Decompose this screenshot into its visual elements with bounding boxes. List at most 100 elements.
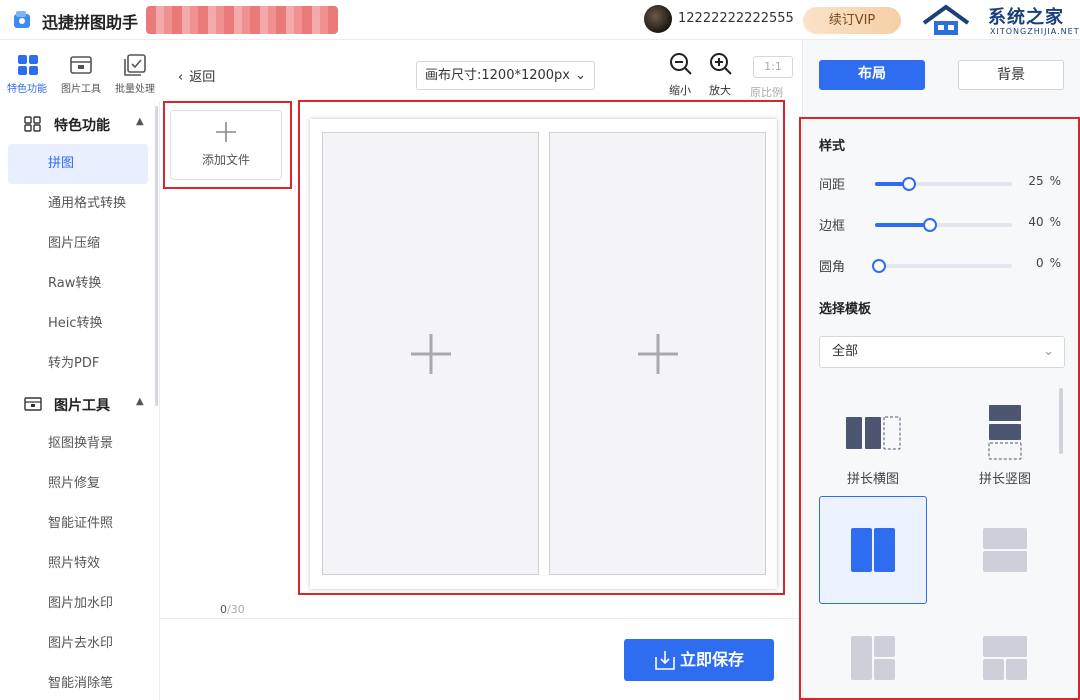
slider-corner-track[interactable] (872, 259, 1012, 273)
slider-corner-value: 0% (1019, 256, 1061, 270)
tab-layout[interactable]: 布局 (819, 60, 925, 90)
grid-icon (18, 55, 38, 75)
save-now-label: 立即保存 (680, 650, 745, 669)
slider-corner-thumb[interactable] (872, 259, 886, 273)
template-scrollbar[interactable] (1059, 388, 1063, 454)
tab-image-tools-label: 图片工具 (61, 84, 101, 95)
back-label: 返回 (189, 70, 216, 85)
template-two-rows-icon (983, 528, 1027, 572)
slider-border-number: 40 (1028, 215, 1044, 229)
template-long-horizontal[interactable]: 拼长横图 (819, 396, 927, 504)
save-now-button[interactable]: 立即保存 (624, 639, 774, 681)
section-featured-label: 特色功能 (54, 118, 110, 134)
chevron-up-icon: ▲ (136, 396, 144, 407)
file-count-value: 0 (220, 603, 227, 616)
template-two-columns[interactable] (819, 496, 927, 604)
slider-border-fill (875, 223, 930, 227)
template-long-vertical-label: 拼长竖图 (978, 472, 1031, 487)
template-two-columns-icon (851, 528, 895, 572)
collage-canvas (310, 119, 777, 589)
sidebar-item-to-pdf[interactable]: 转为PDF (8, 344, 148, 384)
sidebar-item-collage[interactable]: 拼图 (8, 144, 148, 184)
function-tabs: 特色功能 图片工具 批量处理 (0, 40, 160, 102)
image-tool-icon (70, 56, 92, 74)
template-two-rows[interactable] (951, 496, 1059, 604)
style-heading: 样式 (819, 139, 846, 154)
slider-border-value: 40% (1019, 215, 1061, 229)
slider-spacing-track[interactable] (875, 177, 1012, 191)
template-top-plus-two[interactable] (951, 610, 1059, 700)
slider-spacing-label: 间距 (819, 178, 846, 193)
promo-banner[interactable] (146, 6, 338, 34)
watermark-subtitle: XITONGZHIJIA.NET (990, 27, 1080, 36)
plus-icon (216, 122, 236, 142)
slider-border-track[interactable] (875, 218, 1012, 232)
chevron-down-icon: ⌄ (575, 68, 586, 83)
sidebar-item-add-watermark[interactable]: 图片加水印 (8, 584, 148, 624)
plus-icon (638, 334, 678, 374)
zoom-in-label: 放大 (709, 84, 731, 97)
sidebar-item-cutout[interactable]: 抠图换背景 (8, 424, 148, 464)
tab-image-tools[interactable]: 图片工具 (54, 40, 106, 102)
section-image-tools[interactable]: 图片工具 ▲ (0, 384, 155, 424)
zoom-in-icon (710, 53, 732, 75)
template-one-plus-two[interactable] (819, 610, 927, 700)
slider-border: 边框 40% (819, 215, 1064, 235)
slider-corner-label: 圆角 (819, 260, 846, 275)
zoom-out-button[interactable]: 缩小 (661, 52, 699, 100)
template-long-horizontal-label: 拼长横图 (846, 472, 899, 487)
sidebar-item-compress[interactable]: 图片压缩 (8, 224, 148, 264)
file-count: 0/30 (220, 603, 245, 616)
sidebar-item-remove-watermark[interactable]: 图片去水印 (8, 624, 148, 664)
sidebar: 特色功能 ▲ 拼图 通用格式转换 图片压缩 Raw转换 Heic转换 转为PDF… (0, 102, 160, 700)
user-phone[interactable]: 12222222222555 (678, 11, 794, 26)
sidebar-item-repair[interactable]: 照片修复 (8, 464, 148, 504)
plus-icon (411, 334, 451, 374)
sidebar-scrollbar[interactable] (155, 106, 158, 406)
chevron-up-icon: ▲ (136, 116, 144, 127)
watermark-title: 系统之家 (988, 7, 1064, 28)
slider-corner-unit: % (1049, 256, 1061, 270)
zoom-out-icon (670, 53, 692, 75)
template-filter-value: 全部 (832, 344, 859, 359)
template-heading: 选择模板 (819, 302, 872, 317)
sidebar-item-heic[interactable]: Heic转换 (8, 304, 148, 344)
slider-spacing-thumb[interactable] (902, 177, 917, 191)
canvas-size-select[interactable]: 画布尺寸:1200*1200px ⌄ (416, 61, 595, 90)
collage-cell-left[interactable] (322, 132, 539, 575)
sidebar-item-raw[interactable]: Raw转换 (8, 264, 148, 304)
slider-border-unit: % (1049, 215, 1061, 229)
renew-vip-button[interactable]: 续订VIP (803, 7, 901, 34)
sidebar-item-format-convert[interactable]: 通用格式转换 (8, 184, 148, 224)
house-logo-icon (922, 4, 970, 35)
canvas-size-value: 画布尺寸:1200*1200px (425, 68, 570, 83)
tab-featured-label: 特色功能 (7, 84, 47, 95)
back-button[interactable]: ‹ 返回 (178, 66, 215, 85)
section-featured[interactable]: 特色功能 ▲ (0, 104, 155, 144)
collage-cell-right[interactable] (549, 132, 766, 575)
slider-spacing-number: 25 (1028, 174, 1044, 188)
add-file-button[interactable]: 添加文件 (170, 110, 282, 180)
app-title: 迅捷拼图助手 (42, 13, 139, 32)
template-long-vertical[interactable]: 拼长竖图 (951, 396, 1059, 504)
tab-batch[interactable]: 批量处理 (108, 40, 160, 102)
slider-spacing-unit: % (1049, 174, 1061, 188)
file-count-total: /30 (227, 603, 245, 616)
sidebar-item-id-photo[interactable]: 智能证件照 (8, 504, 148, 544)
zoom-in-button[interactable]: 放大 (701, 52, 739, 100)
avatar[interactable] (644, 5, 672, 33)
slider-corner-number: 0 (1035, 256, 1044, 270)
sidebar-item-eraser[interactable]: 智能消除笔 (8, 664, 148, 700)
chevron-down-icon: ⌄ (1043, 344, 1054, 359)
add-file-label: 添加文件 (201, 153, 250, 167)
slider-border-thumb[interactable] (922, 218, 937, 232)
template-filter-select[interactable]: 全部 ⌄ (819, 336, 1065, 368)
template-vertical-icon (988, 405, 1022, 460)
template-one-plus-two-icon (851, 636, 895, 680)
sidebar-item-effects[interactable]: 照片特效 (8, 544, 148, 584)
original-ratio-button[interactable]: 1:1 (753, 56, 793, 78)
tab-background[interactable]: 背景 (958, 60, 1064, 90)
template-horizontal-icon (846, 416, 901, 450)
tab-batch-label: 批量处理 (115, 84, 155, 95)
tab-featured[interactable]: 特色功能 (0, 40, 52, 102)
